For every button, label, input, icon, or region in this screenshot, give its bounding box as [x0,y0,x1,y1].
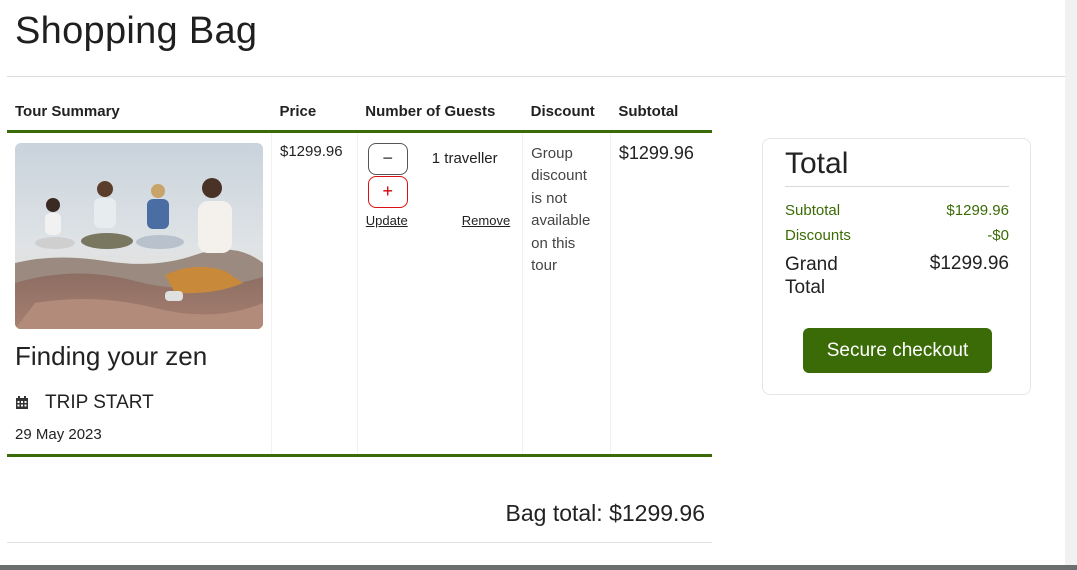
table-row: Finding your zen TRIP START 29 May 2023 … [7,131,712,457]
title-divider [7,76,1065,77]
subtotal-cell: $1299.96 [610,131,712,457]
header-number-of-guests: Number of Guests [357,94,523,133]
table-header-row: Tour Summary Price Number of Guests Disc… [7,94,712,133]
remove-link[interactable]: Remove [462,213,510,228]
page-title: Shopping Bag [15,10,258,52]
summary-grand-total-row: Grand Total $1299.96 [785,253,1009,299]
decrement-guests-button[interactable]: − [367,142,408,175]
bag-total: Bag total: $1299.96 [505,500,706,526]
scrollbar[interactable] [1065,0,1077,565]
total-card-title: Total [785,147,849,180]
trip-start: TRIP START [15,392,263,414]
header-subtotal: Subtotal [610,94,712,133]
bag-table: Tour Summary Price Number of Guests Disc… [7,94,712,457]
calendar-icon [16,395,28,409]
price-value: $1299.96 [280,142,343,160]
header-price: Price [271,94,358,133]
summary-subtotal-label: Subtotal [785,202,841,219]
bottom-bar [0,565,1077,570]
trip-start-label: TRIP START [45,391,154,413]
trip-date: 29 May 2023 [15,425,102,443]
header-discount: Discount [522,94,611,133]
summary-subtotal-value: $1299.96 [946,202,1009,219]
increment-guests-button[interactable]: + [367,175,408,208]
header-tour-summary: Tour Summary [7,94,272,133]
update-link[interactable]: Update [366,213,408,228]
traveller-count: 1 traveller [431,149,498,167]
tour-summary-cell: Finding your zen TRIP START 29 May 2023 [7,131,272,457]
discount-cell: Group discount is not available on this … [522,131,611,457]
order-total-card: Total Subtotal $1299.96 Discounts -$0 Gr… [762,138,1031,395]
tour-image[interactable] [15,142,263,329]
total-card-divider [785,186,1009,187]
summary-discounts-value: -$0 [987,227,1009,244]
bag-total-divider [7,542,712,543]
discount-note: Group discount is not available on this … [531,144,591,275]
price-cell: $1299.96 [271,131,358,457]
subtotal-value: $1299.96 [618,142,694,163]
tour-photo-illustration [15,142,263,329]
summary-discounts-label: Discounts [785,227,851,244]
secure-checkout-button[interactable]: Secure checkout [803,328,992,373]
guests-cell: − + 1 traveller Update Remove [357,131,524,457]
summary-discounts-row: Discounts -$0 [785,227,1009,244]
guests-controls: − + 1 traveller Update Remove [366,142,514,233]
summary-subtotal-row: Subtotal $1299.96 [785,202,1009,219]
tour-name: Finding your zen [15,340,208,371]
grand-total-value: $1299.96 [929,253,1009,274]
grand-total-label: Grand Total [785,254,838,298]
